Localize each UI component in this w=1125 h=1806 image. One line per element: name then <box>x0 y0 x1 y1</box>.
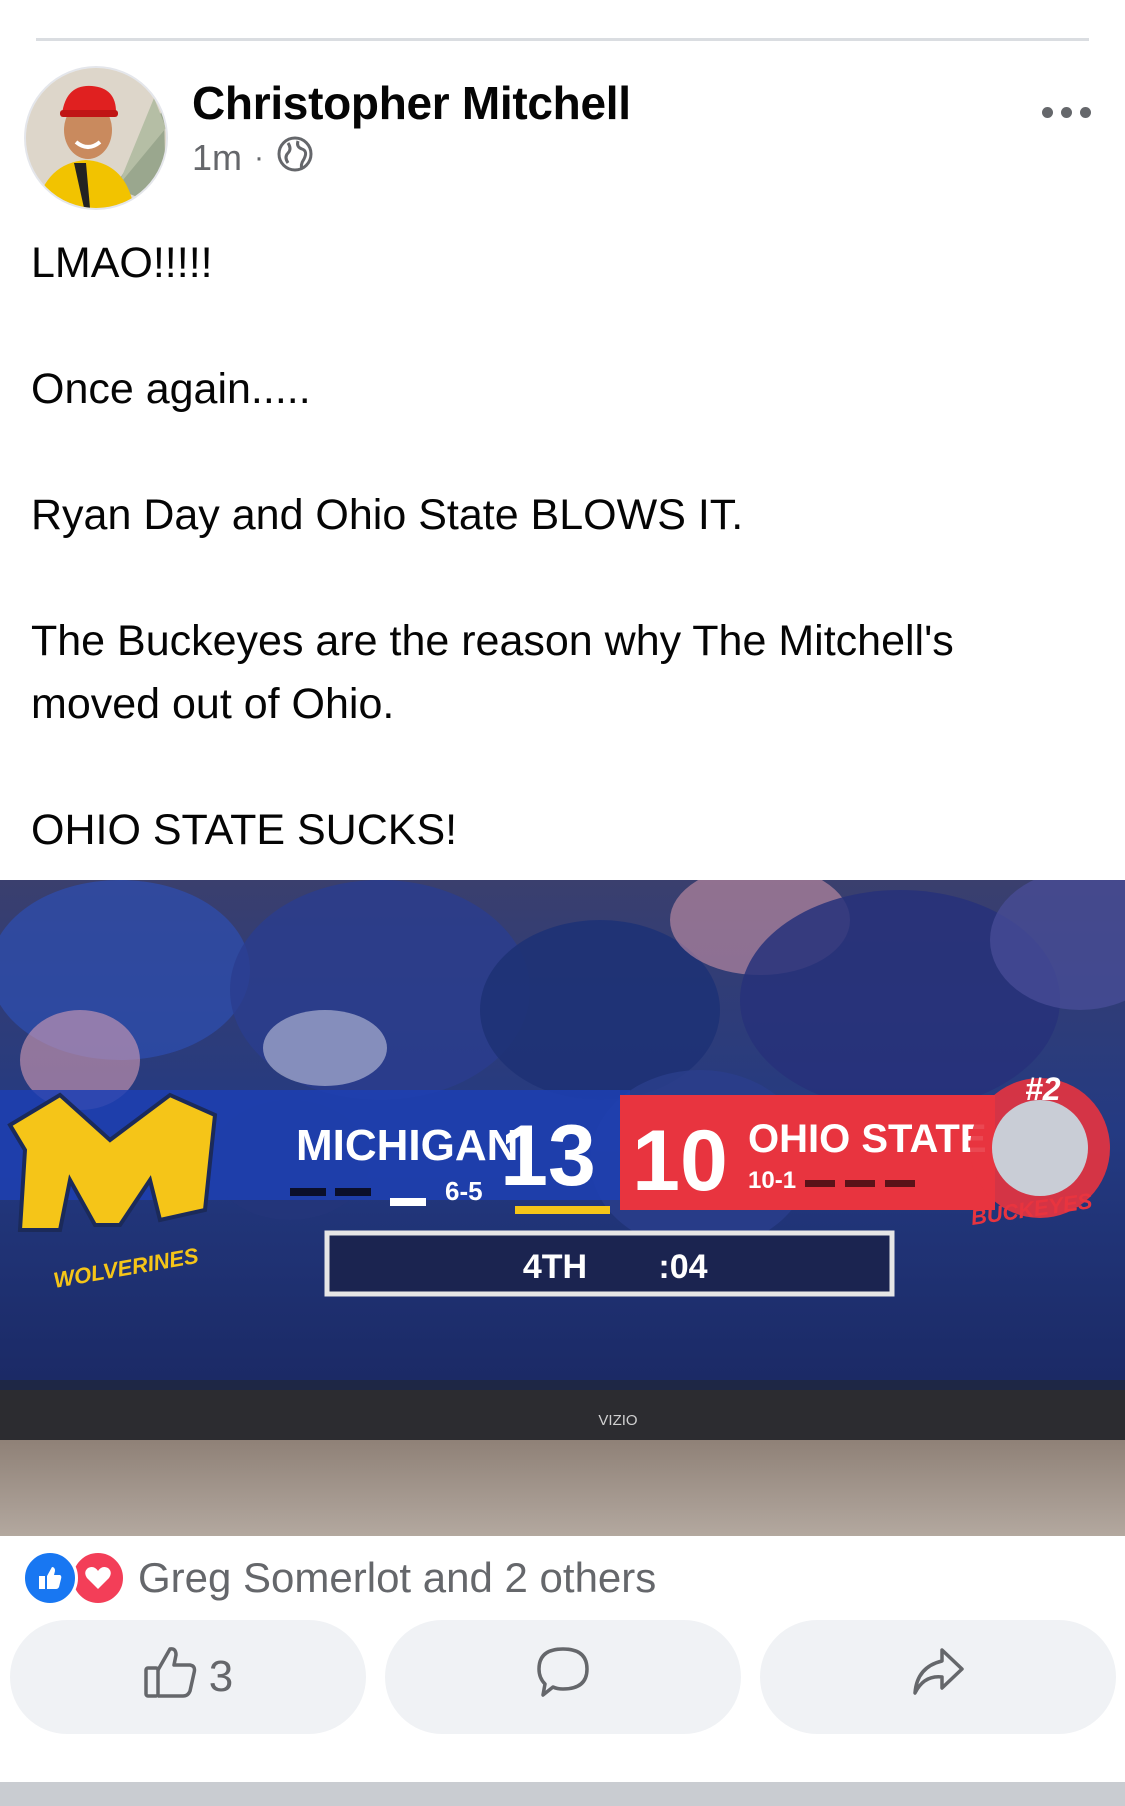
team2-record: 10-1 <box>748 1167 796 1194</box>
feed-divider <box>0 1782 1125 1806</box>
post-line: OHIO STATE SUCKS! <box>31 806 458 854</box>
author-name[interactable]: Christopher Mitchell <box>192 76 631 130</box>
post-photo[interactable]: VIZIO WOLVERINES MICHIGAN 6-5 13 10 OHIO… <box>0 880 1125 1536</box>
post-line: LMAO!!!!! <box>31 239 213 287</box>
post-line: Once again..... <box>31 365 311 413</box>
reactions-text[interactable]: Greg Somerlot and 2 others <box>138 1554 656 1602</box>
game-clock: :04 <box>658 1248 707 1286</box>
share-button[interactable] <box>760 1620 1116 1734</box>
comment-button[interactable] <box>385 1620 741 1734</box>
like-icon <box>22 1550 78 1606</box>
share-icon <box>910 1645 966 1710</box>
meta-separator: · <box>254 141 265 174</box>
game-period: 4TH <box>523 1248 587 1286</box>
like-button[interactable]: 3 <box>10 1620 366 1734</box>
team1-record: 6-5 <box>445 1176 483 1206</box>
comment-icon <box>535 1644 591 1711</box>
post-text: LMAO!!!!! Once again..... Ryan Day and O… <box>31 232 1091 862</box>
thumbs-up-icon <box>143 1645 199 1710</box>
divider <box>36 38 1089 41</box>
post-actions: 3 <box>10 1620 1116 1734</box>
team2-rank: #2 <box>1025 1071 1061 1107</box>
tv-brand-text: VIZIO <box>598 1412 637 1429</box>
more-options-button[interactable] <box>1031 92 1101 132</box>
team1-name: MICHIGAN <box>296 1121 518 1170</box>
reactions-summary[interactable]: Greg Somerlot and 2 others <box>22 1548 656 1608</box>
more-dot-icon <box>1079 106 1091 118</box>
more-dot-icon <box>1060 106 1072 118</box>
globe-icon[interactable] <box>276 135 314 182</box>
post-line: Ryan Day and Ohio State BLOWS IT. <box>31 491 744 539</box>
more-dot-icon <box>1041 106 1053 118</box>
team2-name: OHIO STATE <box>748 1117 987 1161</box>
team1-score: 13 <box>500 1108 596 1204</box>
love-icon <box>70 1550 126 1606</box>
team2-score: 10 <box>632 1113 728 1209</box>
avatar[interactable] <box>26 68 166 208</box>
post-line: moved out of Ohio. <box>31 680 395 728</box>
post-meta: 1m · <box>192 136 314 179</box>
post-time[interactable]: 1m <box>192 137 242 179</box>
post-line: The Buckeyes are the reason why The Mitc… <box>31 617 954 665</box>
like-count: 3 <box>208 1652 234 1701</box>
